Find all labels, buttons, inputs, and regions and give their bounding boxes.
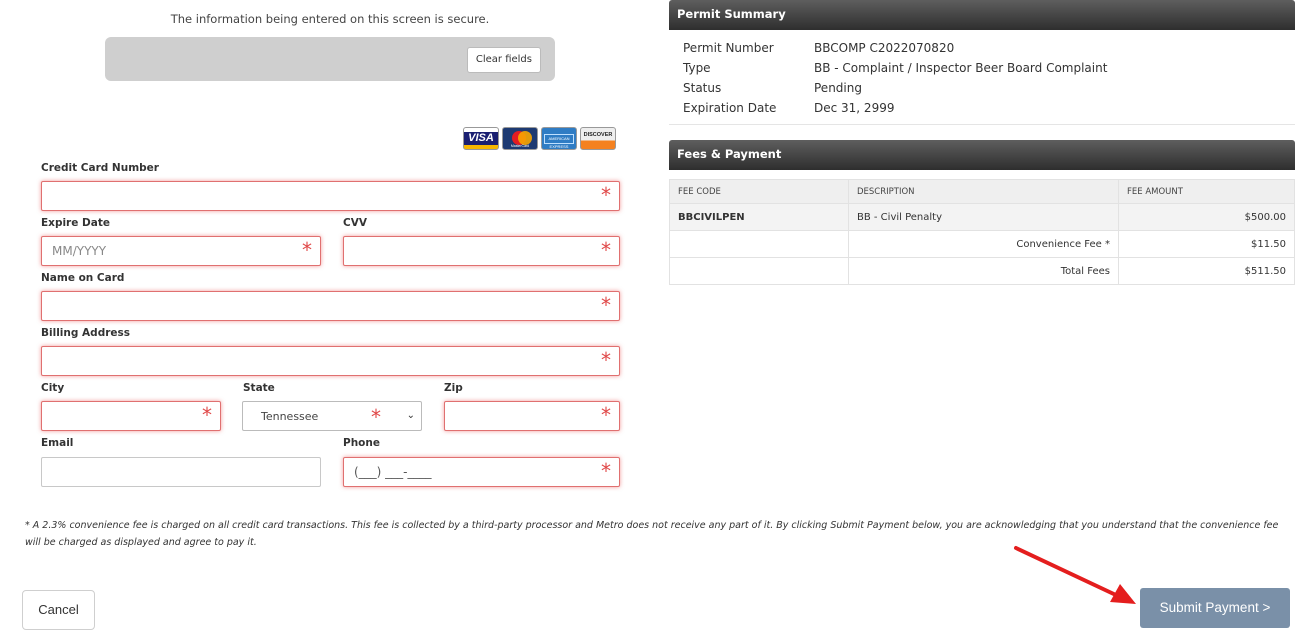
required-marker: *: [601, 403, 611, 427]
city-label: City: [41, 382, 65, 394]
required-marker: *: [601, 348, 611, 372]
required-marker: *: [302, 238, 312, 262]
table-row: Total Fees $511.50: [669, 257, 1295, 285]
cvv-input[interactable]: *: [343, 236, 620, 266]
state-select[interactable]: Tennessee * ⌄: [242, 401, 422, 431]
cancel-button[interactable]: Cancel: [22, 590, 95, 630]
card-number-label: Credit Card Number: [41, 162, 159, 174]
phone-input[interactable]: (___) ___-____ *: [343, 457, 620, 487]
column-header: DESCRIPTION: [848, 179, 1119, 204]
billing-address-input[interactable]: *: [41, 346, 620, 376]
secure-notice: The information being entered on this sc…: [170, 12, 490, 26]
name-on-card-input[interactable]: *: [41, 291, 620, 321]
required-marker: *: [601, 293, 611, 317]
state-label: State: [243, 382, 275, 394]
card-number-input[interactable]: *: [41, 181, 620, 211]
table-header-row: FEE CODE DESCRIPTION FEE AMOUNT: [669, 179, 1295, 204]
zip-label: Zip: [444, 382, 463, 394]
visa-logo: VISA: [463, 127, 499, 150]
fee-amount: $500.00: [1118, 203, 1295, 231]
email-label: Email: [41, 437, 74, 449]
required-marker: *: [601, 238, 611, 262]
permit-summary-header: Permit Summary: [669, 0, 1295, 30]
expire-date-placeholder: MM/YYYY: [52, 244, 107, 258]
clear-fields-button[interactable]: Clear fields: [466, 47, 541, 73]
chevron-down-icon: ⌄: [406, 410, 415, 421]
submit-payment-button[interactable]: Submit Payment >: [1140, 588, 1290, 628]
fee-description: Convenience Fee *: [848, 230, 1119, 258]
column-header: FEE CODE: [669, 179, 849, 204]
divider: [669, 124, 1295, 125]
amex-logo: AMERICAN EXPRESS: [541, 127, 577, 150]
phone-label: Phone: [343, 437, 380, 449]
accepted-cards: VISA MasterCard AMERICAN EXPRESS DISCOVE…: [463, 127, 616, 151]
red-arrow-icon: [1014, 546, 1136, 604]
fee-code: BBCIVILPEN: [669, 203, 849, 231]
table-row: Convenience Fee * $11.50: [669, 230, 1295, 258]
name-on-card-label: Name on Card: [41, 272, 125, 284]
zip-input[interactable]: *: [444, 401, 620, 431]
fee-amount: $511.50: [1118, 257, 1295, 285]
fee-code: [669, 230, 849, 258]
expire-date-input[interactable]: MM/YYYY *: [41, 236, 321, 266]
email-input[interactable]: [41, 457, 321, 487]
billing-address-label: Billing Address: [41, 327, 131, 339]
fee-description: BB - Civil Penalty: [848, 203, 1119, 231]
required-marker: *: [202, 403, 212, 427]
discover-logo: DISCOVER: [580, 127, 616, 150]
city-input[interactable]: *: [41, 401, 221, 431]
mastercard-logo: MasterCard: [502, 127, 538, 150]
table-row: BBCIVILPEN BB - Civil Penalty $500.00: [669, 203, 1295, 231]
phone-placeholder: (___) ___-____: [354, 465, 432, 479]
cvv-label: CVV: [343, 217, 367, 229]
required-marker: *: [601, 183, 611, 207]
fee-code: [669, 257, 849, 285]
clear-fields-panel: Clear fields: [105, 37, 555, 81]
fee-description: Total Fees: [848, 257, 1119, 285]
required-marker: *: [601, 459, 611, 483]
fee-amount: $11.50: [1118, 230, 1295, 258]
fees-payment-header: Fees & Payment: [669, 140, 1295, 170]
fees-table: FEE CODE DESCRIPTION FEE AMOUNT BBCIVILP…: [669, 179, 1295, 285]
state-value: Tennessee: [261, 410, 319, 423]
column-header: FEE AMOUNT: [1118, 179, 1295, 204]
required-marker: *: [371, 405, 381, 429]
expire-date-label: Expire Date: [41, 217, 110, 229]
